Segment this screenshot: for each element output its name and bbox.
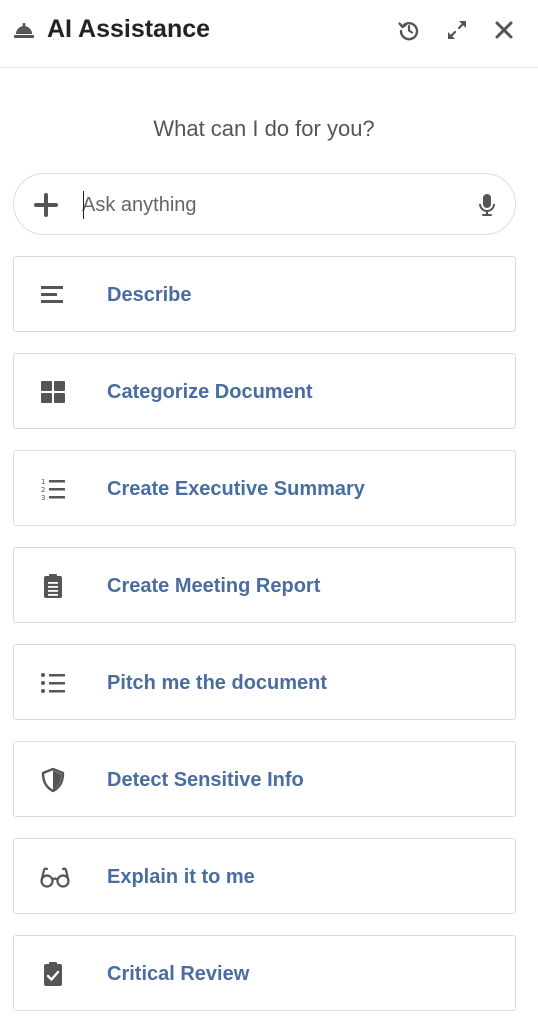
action-label: Critical Review — [107, 963, 250, 985]
action-label: Pitch me the document — [107, 672, 328, 694]
action-detect-sensitive-info[interactable]: Detect Sensitive Info — [13, 741, 516, 817]
ask-bar — [13, 173, 516, 235]
svg-text:3: 3 — [41, 494, 45, 502]
svg-text:2: 2 — [41, 486, 45, 494]
action-label: Detect Sensitive Info — [107, 769, 304, 791]
action-create-meeting-report[interactable]: Create Meeting Report — [13, 547, 516, 623]
action-label: Create Meeting Report — [107, 575, 321, 597]
text-cursor — [83, 191, 84, 219]
action-categorize-document[interactable]: Categorize Document — [13, 353, 516, 429]
action-label: Describe — [107, 284, 192, 306]
action-create-executive-summary[interactable]: 1 2 3 Create Executive Summary — [13, 450, 516, 526]
expand-icon — [445, 18, 469, 42]
svg-text:1: 1 — [41, 478, 45, 486]
ask-input[interactable] — [82, 188, 462, 222]
panel-header: AI Assistance — [0, 0, 538, 68]
close-button[interactable] — [491, 17, 517, 43]
action-label: Categorize Document — [107, 381, 313, 403]
history-button[interactable] — [396, 17, 422, 43]
plus-icon[interactable] — [34, 193, 58, 217]
shield-icon — [40, 767, 66, 793]
bullet-list-icon — [40, 670, 66, 696]
clipboard-list-icon — [40, 573, 66, 599]
action-pitch-document[interactable]: Pitch me the document — [13, 644, 516, 720]
clipboard-check-icon — [40, 961, 66, 987]
panel-title: AI Assistance — [47, 15, 211, 43]
align-lines-icon — [40, 282, 66, 308]
action-explain-it-to-me[interactable]: Explain it to me — [13, 838, 516, 914]
expand-button[interactable] — [444, 17, 470, 43]
bell-icon — [13, 18, 35, 40]
prompt-heading: What can I do for you? — [153, 116, 375, 141]
glasses-icon — [40, 864, 70, 890]
action-label: Explain it to me — [107, 866, 255, 888]
grid-icon — [40, 379, 66, 405]
history-icon — [397, 18, 421, 42]
close-icon — [493, 19, 515, 41]
action-label: Create Executive Summary — [107, 478, 365, 500]
action-describe[interactable]: Describe — [13, 256, 516, 332]
action-critical-review[interactable]: Critical Review — [13, 935, 516, 1011]
numbered-list-icon: 1 2 3 — [40, 476, 66, 502]
microphone-icon[interactable] — [474, 192, 500, 218]
